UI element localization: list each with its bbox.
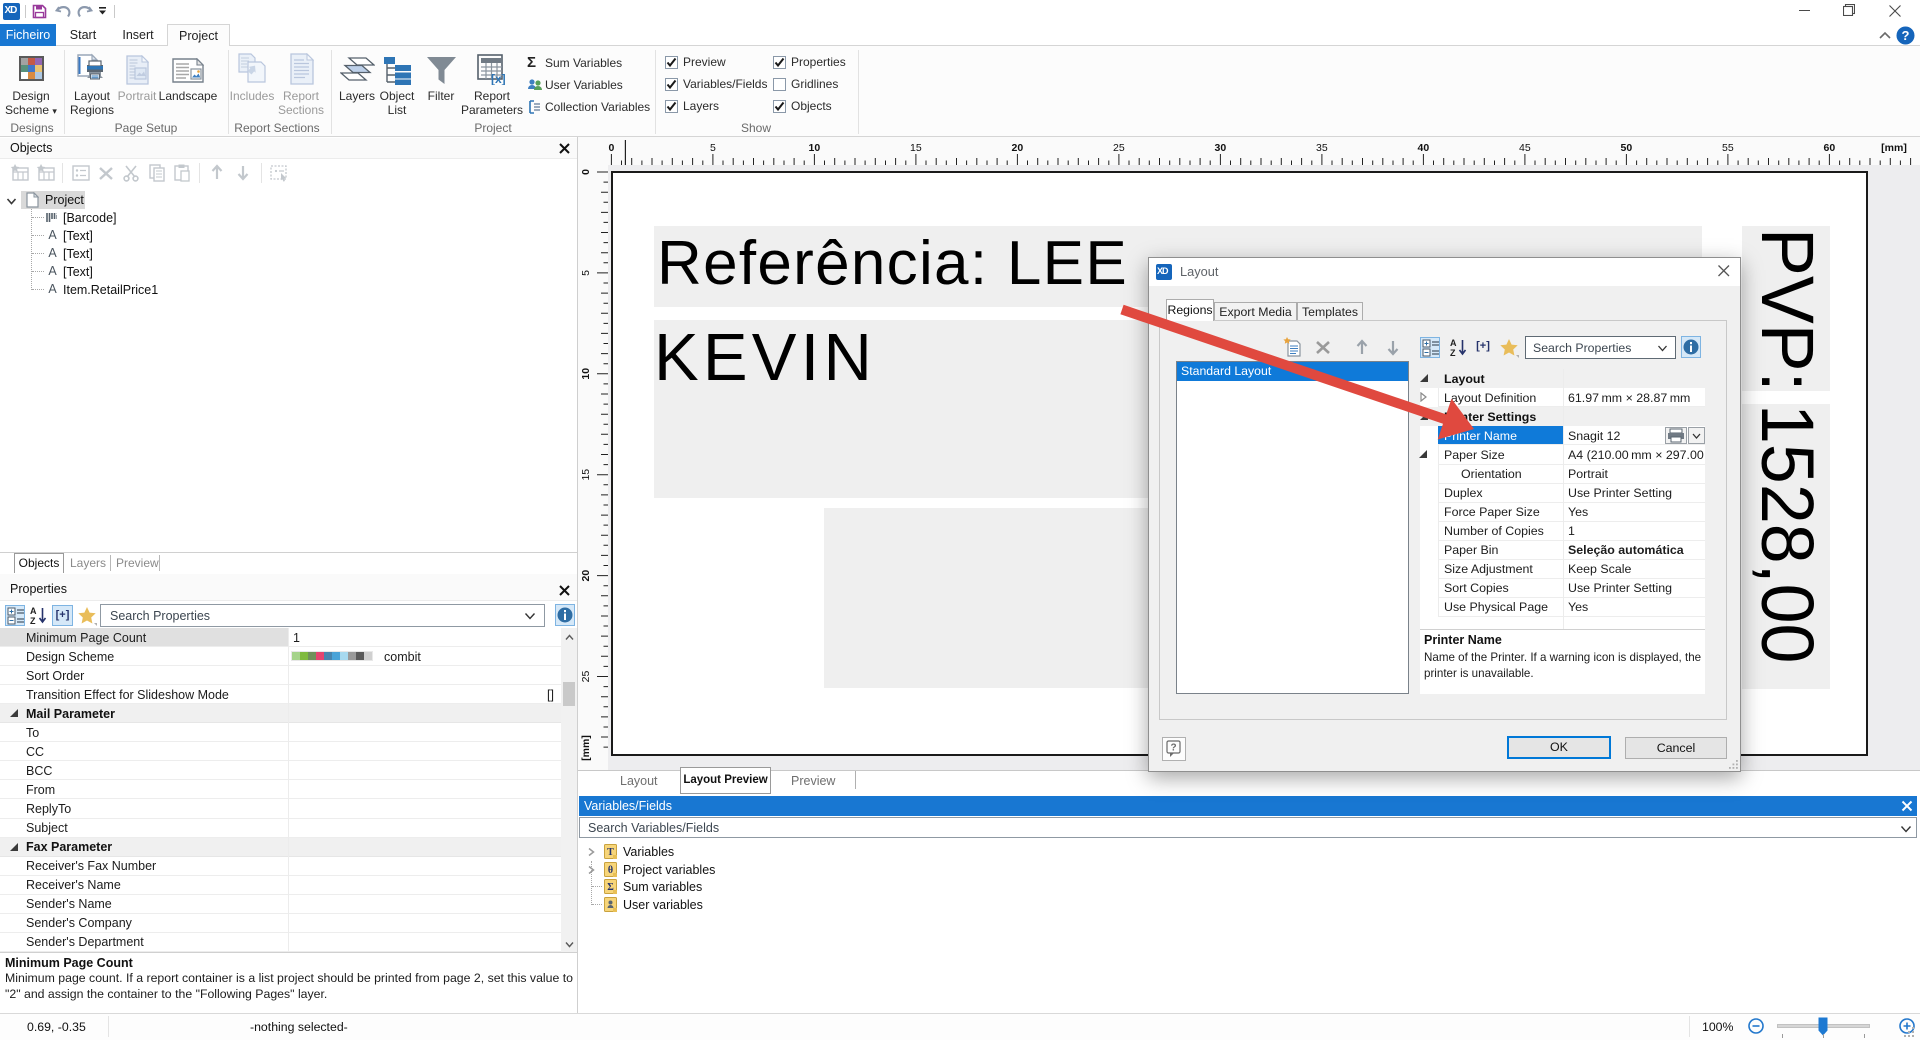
svg-text:30: 30	[1215, 142, 1227, 154]
svg-text:θ: θ	[608, 865, 613, 876]
svg-text:0: 0	[580, 169, 592, 175]
svg-text:40: 40	[1418, 142, 1430, 154]
svg-text:35: 35	[1316, 142, 1328, 154]
svg-text:Z: Z	[1450, 348, 1456, 358]
svg-text:?: ?	[1170, 743, 1176, 754]
svg-text:Z: Z	[30, 616, 36, 626]
svg-text:[mm]: [mm]	[580, 735, 592, 761]
svg-text:5: 5	[580, 270, 592, 276]
svg-text:25: 25	[580, 671, 592, 683]
svg-text:45: 45	[1519, 142, 1531, 154]
svg-text:[x]: [x]	[491, 72, 506, 85]
svg-text:55: 55	[1722, 142, 1734, 154]
svg-text:[mm]: [mm]	[1881, 142, 1907, 154]
svg-text:15: 15	[910, 142, 922, 154]
svg-text:20: 20	[1012, 142, 1024, 154]
svg-text:20: 20	[580, 570, 592, 582]
svg-text:0: 0	[608, 142, 614, 154]
svg-text:?: ?	[1902, 28, 1910, 43]
svg-text:25: 25	[1113, 142, 1125, 154]
svg-text:15: 15	[580, 469, 592, 481]
svg-text:10: 10	[580, 368, 592, 380]
svg-text:10: 10	[809, 142, 821, 154]
svg-text:5: 5	[710, 142, 716, 154]
svg-text:A: A	[1450, 338, 1457, 348]
svg-text:A: A	[30, 606, 37, 616]
svg-text:50: 50	[1621, 142, 1633, 154]
svg-text:i: i	[56, 214, 58, 221]
svg-text:60: 60	[1824, 142, 1836, 154]
